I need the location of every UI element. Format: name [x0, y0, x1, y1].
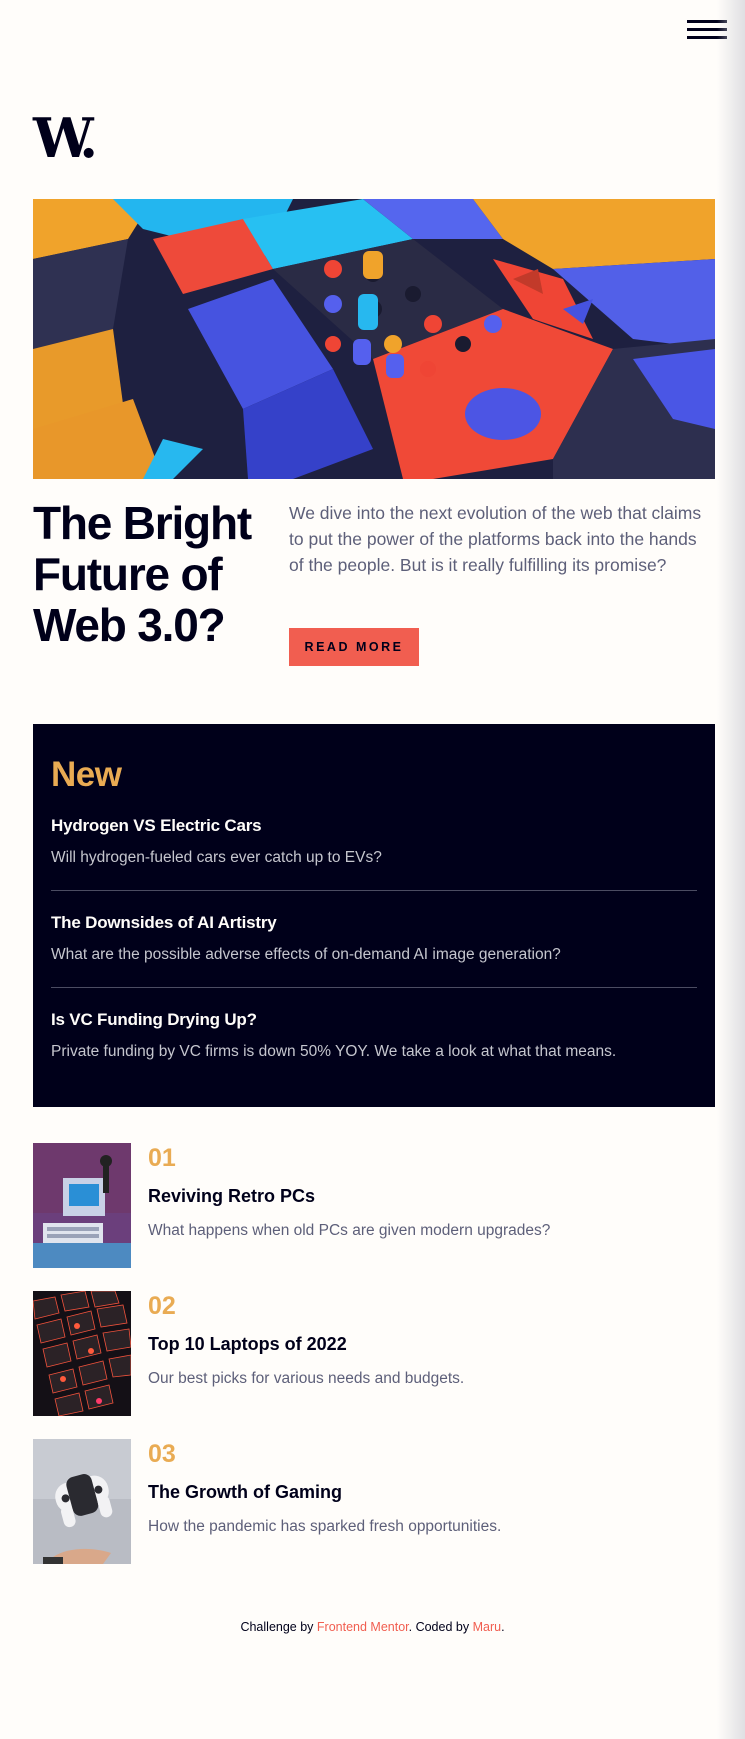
scroll-edge-shade: [717, 0, 745, 1739]
frontend-mentor-link[interactable]: Frontend Mentor: [317, 1620, 409, 1634]
card-title[interactable]: Reviving Retro PCs: [148, 1184, 315, 1208]
new-article-title[interactable]: Is VC Funding Drying Up?: [51, 1008, 697, 1032]
article-card: 02 Top 10 Laptops of 2022 Our best picks…: [33, 1291, 715, 1416]
new-article-item: Hydrogen VS Electric Cars Will hydrogen-…: [51, 798, 697, 891]
read-more-button[interactable]: READ MORE: [289, 628, 419, 666]
article-card: 01 Reviving Retro PCs What happens when …: [33, 1143, 715, 1268]
card-number: 03: [148, 1440, 176, 1468]
site-logo[interactable]: W.: [33, 108, 98, 168]
footer-middle: . Coded by: [408, 1620, 470, 1634]
new-article-description: Will hydrogen-fueled cars ever catch up …: [51, 849, 382, 866]
hamburger-line: [687, 20, 727, 23]
card-description: How the pandemic has sparked fresh oppor…: [148, 1518, 502, 1535]
hero-title: The Bright Future of Web 3.0?: [33, 497, 252, 651]
new-articles-panel: New Hydrogen VS Electric Cars Will hydro…: [33, 724, 715, 1107]
card-thumbnail-laptops: [33, 1291, 131, 1416]
footer-prefix: Challenge by: [240, 1620, 314, 1634]
hero-description: We dive into the next evolution of the w…: [289, 503, 702, 575]
card-title[interactable]: Top 10 Laptops of 2022: [148, 1332, 347, 1356]
footer-suffix: .: [501, 1620, 505, 1634]
new-article-title[interactable]: Hydrogen VS Electric Cars: [51, 814, 697, 838]
new-article-title[interactable]: The Downsides of AI Artistry: [51, 911, 697, 935]
new-heading: New: [51, 755, 122, 794]
new-article-item: Is VC Funding Drying Up? Private funding…: [51, 988, 697, 1084]
card-number: 02: [148, 1292, 176, 1320]
hamburger-line: [687, 36, 727, 39]
new-article-description: What are the possible adverse effects of…: [51, 946, 561, 963]
article-card: 03 The Growth of Gaming How the pandemic…: [33, 1439, 715, 1564]
card-thumbnail-gaming: [33, 1439, 131, 1564]
card-description: Our best picks for various needs and bud…: [148, 1370, 465, 1387]
card-number: 01: [148, 1144, 176, 1172]
card-description: What happens when old PCs are given mode…: [148, 1222, 551, 1239]
card-thumbnail-retro-pcs: [33, 1143, 131, 1268]
hamburger-menu-icon[interactable]: [687, 20, 727, 40]
site-header: W.: [0, 0, 745, 200]
hamburger-line: [687, 28, 727, 31]
new-article-description: Private funding by VC firms is down 50% …: [51, 1043, 617, 1060]
new-article-item: The Downsides of AI Artistry What are th…: [51, 891, 697, 988]
attribution-footer: Challenge by Frontend Mentor. Coded by M…: [0, 1620, 745, 1634]
author-link[interactable]: Maru: [473, 1620, 501, 1634]
card-title[interactable]: The Growth of Gaming: [148, 1480, 342, 1504]
hero-image: [33, 199, 715, 479]
